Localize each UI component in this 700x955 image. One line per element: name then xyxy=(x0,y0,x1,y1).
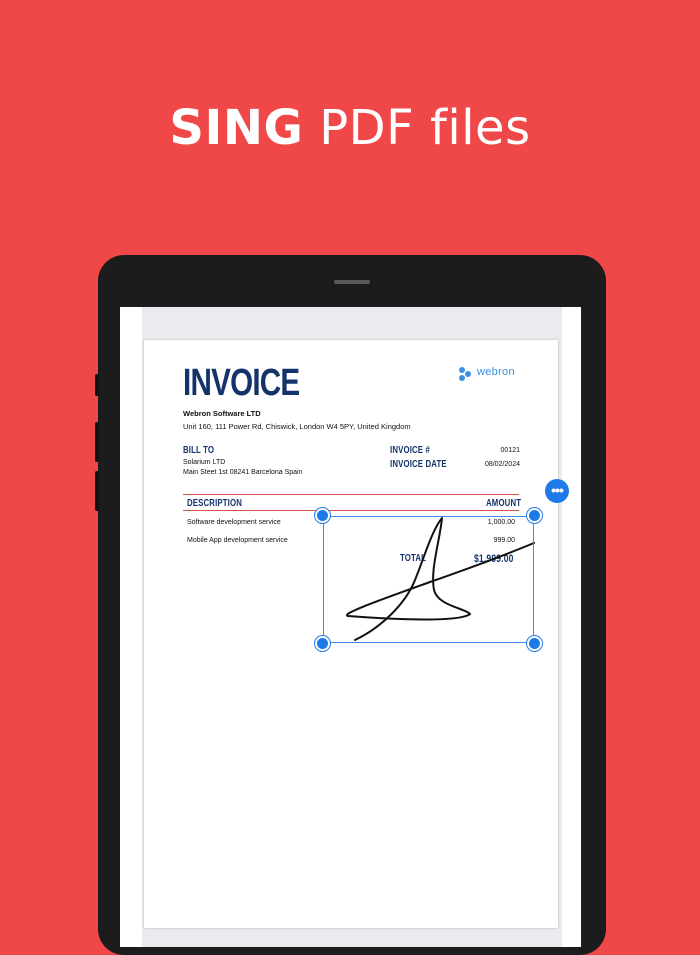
resize-handle-top-left[interactable] xyxy=(315,508,330,523)
company-name: Webron Software LTD xyxy=(183,409,261,418)
headline: SING PDF files xyxy=(0,96,700,160)
resize-handle-bottom-left[interactable] xyxy=(315,636,330,651)
signature-selection-box[interactable] xyxy=(323,516,534,643)
more-options-button[interactable]: ••• xyxy=(545,479,569,503)
bill-to-label: BILL TO xyxy=(183,445,215,456)
company-address: Unit 160, 111 Power Rd, Chiswick, London… xyxy=(183,422,411,431)
invoice-date-label: INVOICE DATE xyxy=(390,459,447,470)
invoice-date: 08/02/2024 xyxy=(484,461,520,468)
amount-header: AMOUNT xyxy=(486,498,522,509)
resize-handle-top-right[interactable] xyxy=(527,508,542,523)
headline-light: PDF files xyxy=(319,100,531,156)
invoice-number: 00121 xyxy=(500,447,520,454)
logo-text: webron xyxy=(477,366,515,378)
table-rule-top xyxy=(183,494,519,495)
more-options-icon: ••• xyxy=(551,482,564,498)
tablet-speaker xyxy=(334,280,370,284)
invoice-title: INVOICE xyxy=(183,362,300,404)
invoice-number-label: INVOICE # xyxy=(390,445,430,456)
tablet-volume-up-button xyxy=(95,422,99,462)
tablet-volume-down-button xyxy=(95,471,99,511)
bill-to-address: Main Steet 1st 08241 Barcelona Spain xyxy=(183,469,303,476)
description-header: DESCRIPTION xyxy=(187,498,243,509)
item-description: Software development service xyxy=(187,519,281,526)
item-description: Mobile App development service xyxy=(187,537,288,544)
tablet-side-button xyxy=(95,374,99,396)
resize-handle-bottom-right[interactable] xyxy=(527,636,542,651)
bill-to-name: Solarium LTD xyxy=(183,459,226,466)
headline-bold: SING xyxy=(169,100,304,156)
